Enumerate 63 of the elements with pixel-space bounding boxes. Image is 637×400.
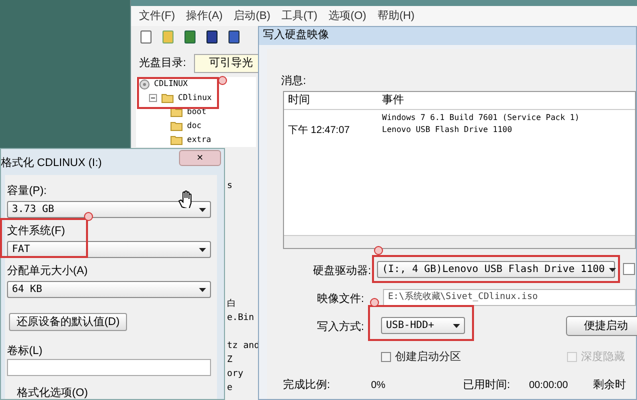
input-field[interactable] xyxy=(7,359,211,376)
caret-icon xyxy=(453,324,460,328)
caret-icon xyxy=(608,268,616,272)
value-text: 0% xyxy=(371,379,386,393)
checkbox[interactable] xyxy=(623,263,635,275)
file-name: e.Bin xyxy=(227,312,254,325)
scrollbar[interactable] xyxy=(284,235,635,248)
label: 消息: xyxy=(281,74,306,89)
collapse-icon[interactable] xyxy=(149,94,157,102)
label: 映像文件: xyxy=(317,292,364,307)
menu-item[interactable]: 启动(B) xyxy=(234,8,270,24)
value-text: 00:00:00 xyxy=(529,379,568,393)
dropdown[interactable]: FAT xyxy=(7,241,211,258)
dialog-title: 写入硬盘映像 xyxy=(259,27,636,45)
dropdown[interactable]: 3.73 GB xyxy=(7,201,211,218)
dropdown[interactable]: USB-HDD+ xyxy=(381,317,465,334)
caret-icon xyxy=(199,288,206,292)
label: 剩余时 xyxy=(593,378,626,393)
hand-cursor-icon xyxy=(178,190,194,208)
tree-item[interactable]: extra xyxy=(187,134,212,146)
restore-defaults-button[interactable]: 还原设备的默认值(D) xyxy=(9,313,127,331)
tree-item[interactable]: CDlinux xyxy=(178,92,212,104)
file-name: s xyxy=(227,180,232,193)
checkbox[interactable]: 创建启动分区 xyxy=(381,349,461,366)
caret-icon xyxy=(199,248,206,252)
caret-icon xyxy=(199,208,206,212)
dialog-title: 格式化 CDLINUX (I:) xyxy=(1,156,102,171)
label: 分配单元大小(A) xyxy=(7,264,88,279)
label: 容量(P): xyxy=(7,184,47,199)
input-field: E:\系统收藏\Sivet_CDlinux.iso xyxy=(383,289,636,306)
file-name: 白 xyxy=(227,298,236,311)
dropdown[interactable]: 64 KB xyxy=(7,281,211,298)
label: 文件系统(F) xyxy=(7,224,66,239)
folder-icon xyxy=(170,121,183,131)
label: 写入方式: xyxy=(317,320,364,335)
menu-item[interactable]: 文件(F) xyxy=(139,8,176,24)
folder-icon xyxy=(170,135,183,145)
tree-item[interactable]: CDLINUX xyxy=(154,78,188,90)
group-label: 格式化选项(O) xyxy=(17,386,88,400)
label: 卷标(L) xyxy=(7,344,42,359)
table-cell: Windows 7 6.1 Build 7601 (Service Pack 1) xyxy=(382,112,580,124)
quick-boot-button[interactable]: 便捷启动 xyxy=(566,316,637,336)
file-name: ory xyxy=(227,368,244,381)
folder-icon xyxy=(161,93,174,103)
column-header[interactable]: 事件 xyxy=(382,92,404,109)
table-cell-text: 下午 12:47:07 xyxy=(287,124,351,138)
dropdown[interactable]: (I:, 4 GB)Lenovo USB Flash Drive 1100 xyxy=(377,261,615,278)
label: 硬盘驱动器: xyxy=(313,264,372,279)
menu-item[interactable]: 帮助(H) xyxy=(377,8,415,24)
column-header[interactable]: 时间 xyxy=(284,92,382,109)
tree-item[interactable]: doc xyxy=(187,120,202,132)
label: 完成比例: xyxy=(283,378,330,393)
close-button[interactable]: × xyxy=(179,150,221,166)
file-name: Z xyxy=(227,354,232,367)
menu-item[interactable]: 选项(O) xyxy=(328,8,366,24)
label: 已用时间: xyxy=(463,378,510,393)
label: 光盘目录: xyxy=(139,56,186,71)
menu-item[interactable]: 工具(T) xyxy=(281,8,318,24)
file-name: e xyxy=(227,382,232,395)
checkbox: 深度隐藏 xyxy=(567,349,625,366)
table-cell: Lenovo USB Flash Drive 1100 xyxy=(382,124,512,136)
menu-item[interactable]: 操作(A) xyxy=(186,8,223,24)
tree-item[interactable]: boot xyxy=(187,106,206,118)
